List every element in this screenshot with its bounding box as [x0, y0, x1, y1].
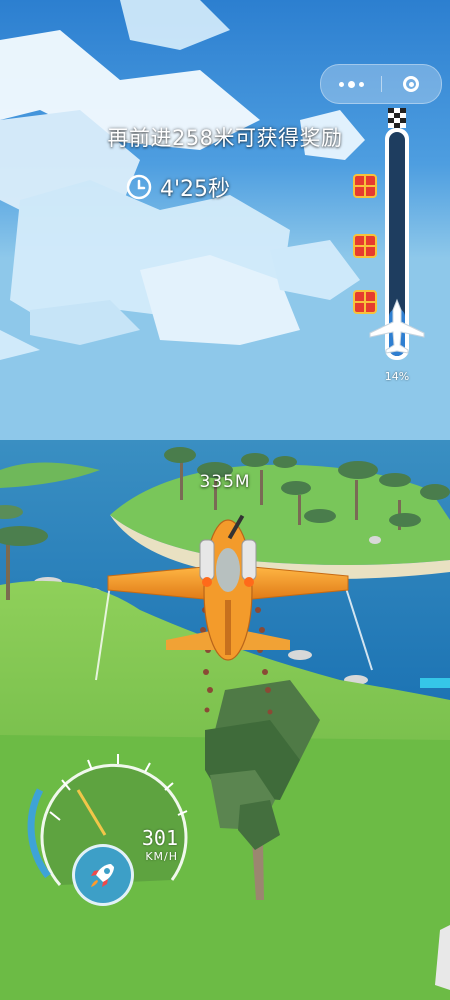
more-button[interactable] — [321, 65, 381, 103]
lagoon — [420, 678, 450, 688]
clock-icon — [126, 174, 152, 200]
gift-chest-icon — [353, 290, 377, 314]
timer-value: 4'25秒 — [160, 177, 231, 202]
close-button[interactable] — [381, 65, 441, 103]
mini-program-capsule — [320, 64, 442, 104]
distance-label: 335M — [199, 472, 251, 492]
gift-chest-icon — [353, 234, 377, 258]
gift-chest-icon — [353, 174, 377, 198]
progress-percent: 14% — [384, 370, 410, 383]
boost-button[interactable] — [72, 844, 134, 906]
speed-value: 301 — [141, 826, 178, 850]
rocket-icon — [91, 864, 114, 887]
reward-goal-text: 再前进258米可获得奖励 — [107, 126, 343, 150]
timer: 4'25秒 — [126, 172, 230, 202]
